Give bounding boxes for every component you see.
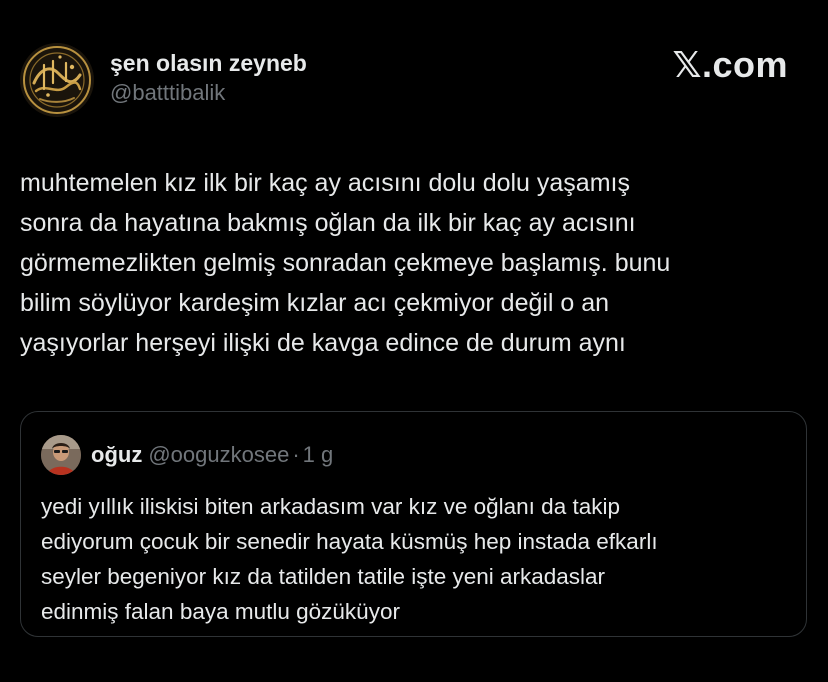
tweet-header: şen olasın zeyneb @batttibalik 𝕏.com (20, 40, 810, 120)
author-display-name[interactable]: şen olasın zeyneb (110, 48, 307, 78)
author-info: şen olasın zeyneb @batttibalik (110, 48, 307, 108)
tweet-text: muhtemelen kız ilk bir kaç ay acısını do… (20, 163, 810, 363)
author-handle[interactable]: @batttibalik (110, 78, 307, 108)
profile-photo-avatar-icon (41, 435, 81, 475)
tweet-text-line: muhtemelen kız ilk bir kaç ay acısını do… (20, 169, 630, 197)
quoted-author-handle[interactable]: @ooguzkosee (148, 442, 289, 467)
quoted-text-line: yedi yıllık iliskisi biten arkadasım var… (41, 494, 620, 519)
quoted-tweet-text: yedi yıllık iliskisi biten arkadasım var… (41, 489, 791, 629)
quoted-text-line: seyler begeniyor kız da tatilden tatile … (41, 564, 606, 589)
quoted-text-line: edinmiş falan baya mutlu gözüküyor (41, 599, 400, 624)
quoted-author-name[interactable]: oğuz (91, 442, 142, 467)
tweet-text-line: yaşıyorlar herşeyi ilişki de kavga edinc… (20, 329, 626, 357)
quoted-tweet-time[interactable]: 1 g (303, 442, 334, 467)
quoted-author-meta: oğuz @ooguzkosee · 1 g (91, 441, 333, 469)
tweet-text-line: sonra da hayatına bakmış oğlan da ilk bi… (20, 209, 636, 237)
author-avatar[interactable] (20, 43, 94, 117)
calligraphy-avatar-icon (20, 43, 94, 117)
quoted-tweet-card[interactable]: oğuz @ooguzkosee · 1 g yedi yıllık iliskisi… (20, 411, 807, 637)
quoted-author-avatar[interactable] (41, 435, 81, 475)
tweet-text-line: görmemezlikten gelmiş sonradan çekmeye b… (20, 249, 671, 277)
quoted-text-line: ediyorum çocuk bir senedir hayata küsmüş… (41, 529, 658, 554)
x-logo: 𝕏.com (672, 44, 788, 85)
tweet-text-line: bilim söylüyor kardeşim kızlar acı çekmi… (20, 289, 610, 317)
meta-separator: · (292, 442, 300, 467)
